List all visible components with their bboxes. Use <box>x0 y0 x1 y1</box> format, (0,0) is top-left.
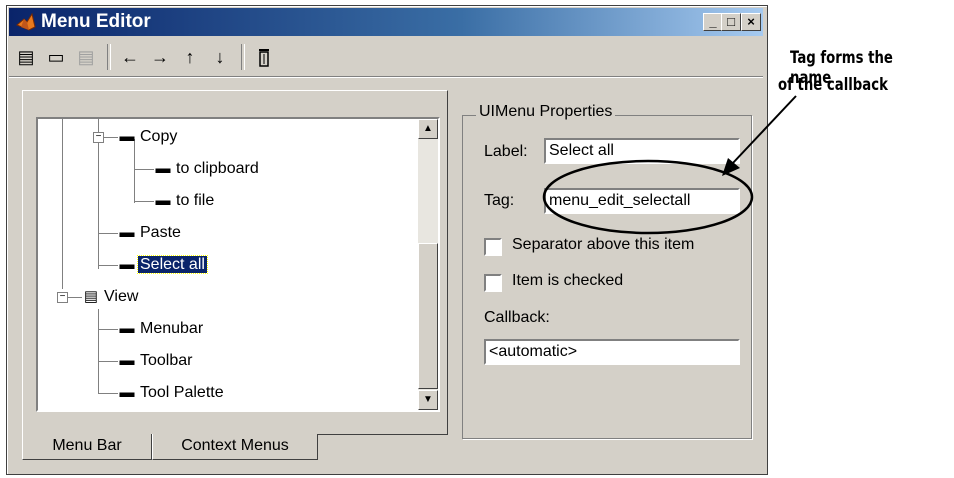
highlight-ellipse <box>542 159 754 235</box>
annotation-text-line2: of the callback <box>778 75 888 95</box>
annotation-arrow-line <box>731 95 797 165</box>
annotation-arrowhead <box>722 158 740 176</box>
